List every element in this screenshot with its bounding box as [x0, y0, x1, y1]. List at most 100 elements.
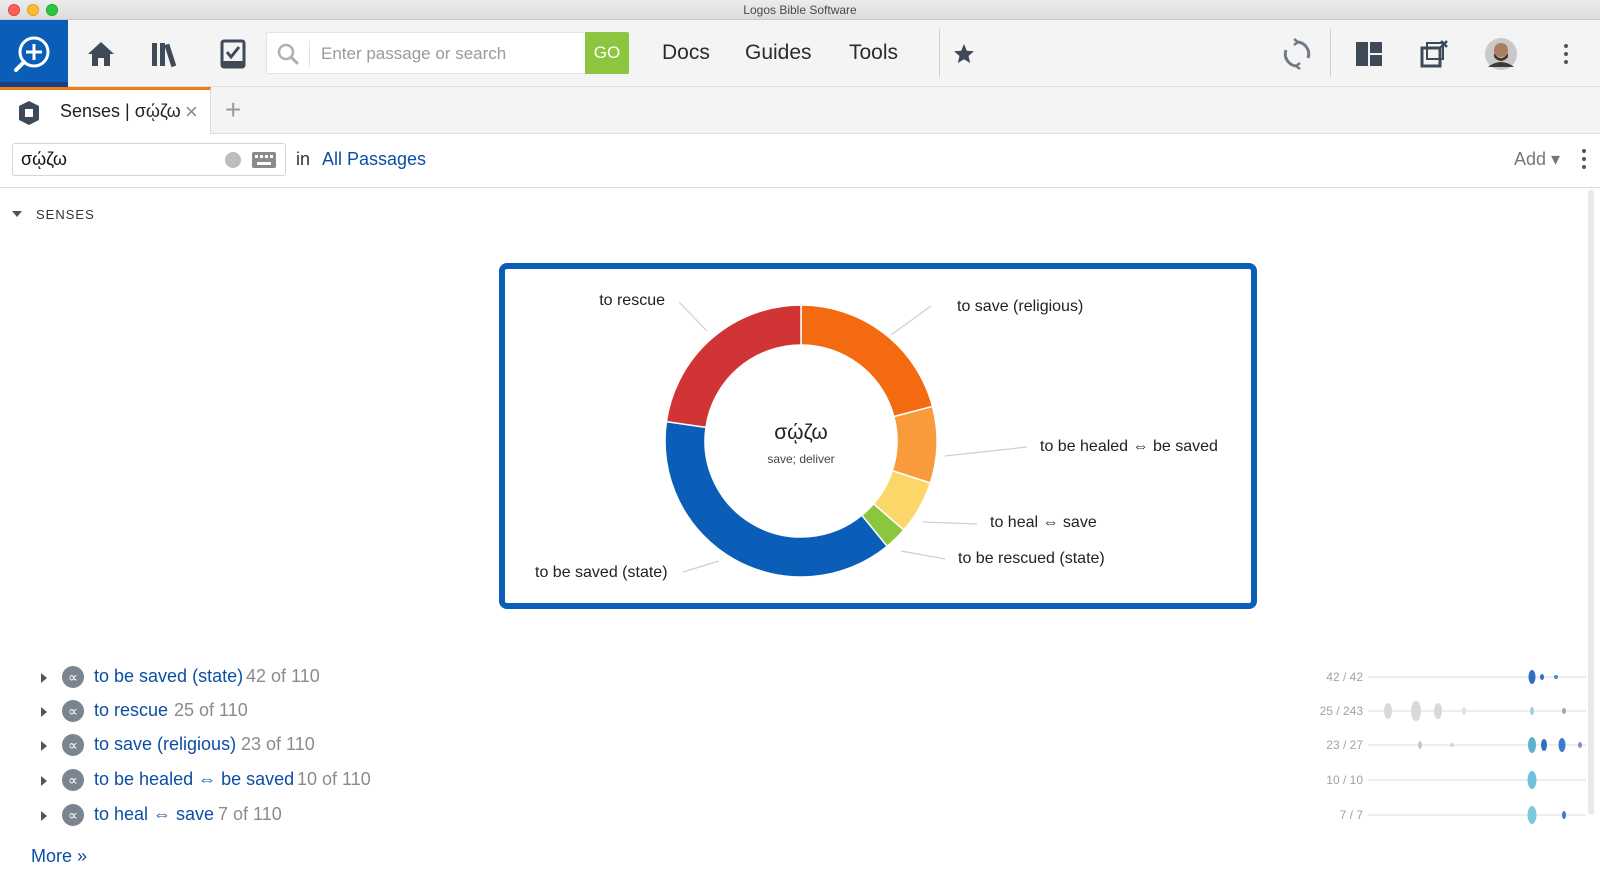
sparkline-mark: [1450, 743, 1454, 747]
passage-search-input[interactable]: [321, 39, 571, 69]
panel-toolbar: σῴζω in All Passages Add ▾: [0, 134, 1600, 188]
sparkline-mark: [1554, 675, 1558, 679]
sync-icon: [1283, 38, 1311, 70]
sense-label[interactable]: to be saved (state): [94, 666, 243, 687]
tab-bar: Senses | σῴζω × +: [0, 87, 1600, 134]
avatar: [1485, 38, 1517, 70]
sense-label[interactable]: to save (religious): [94, 734, 236, 755]
sparkline-mark: [1562, 811, 1566, 819]
go-arrow-icon[interactable]: [225, 152, 241, 168]
expand-triangle-icon[interactable]: [41, 707, 47, 717]
lemma-input-value: σῴζω: [21, 149, 67, 169]
checklist-icon: [220, 39, 246, 69]
sense-count: 10 of 110: [297, 769, 371, 789]
donut-slice-label: to rescue: [599, 292, 665, 309]
donut-leader-line: [900, 550, 946, 560]
sense-distribution-sparkline: [1368, 701, 1586, 721]
sparkline-mark: [1384, 703, 1392, 719]
home-icon: [88, 42, 114, 66]
range-selector[interactable]: All Passages: [322, 149, 426, 170]
sense-icon: ∝: [62, 769, 84, 791]
home-button[interactable]: [81, 34, 121, 74]
logos-search-button[interactable]: [0, 20, 68, 87]
tools-menu[interactable]: Tools: [849, 41, 898, 65]
donut-slice-label: to save (religious): [957, 298, 1083, 315]
collapse-caret-icon: [12, 211, 22, 217]
detach-window-icon: [1420, 40, 1448, 68]
add-button[interactable]: Add ▾: [1514, 149, 1560, 170]
window-title: Logos Bible Software: [743, 3, 857, 17]
donut-center-title: σῴζω: [774, 421, 828, 444]
layouts-icon: [1356, 42, 1382, 66]
expand-triangle-icon[interactable]: [41, 673, 47, 683]
go-button[interactable]: GO: [585, 32, 629, 74]
senses-chart: to save (religious) to be healed ⇔ be sav…: [499, 263, 1257, 609]
sense-distribution-sparkline: [1368, 806, 1586, 824]
favorites-button[interactable]: [944, 34, 984, 74]
guides-menu[interactable]: Guides: [745, 41, 812, 65]
sparkline-mark: [1562, 708, 1566, 714]
library-icon: [152, 43, 177, 68]
sense-label[interactable]: to rescue: [94, 700, 168, 721]
sparkline-mark: [1558, 738, 1566, 752]
tab-close-button[interactable]: ×: [185, 99, 198, 125]
tasks-button[interactable]: [213, 34, 253, 74]
donut-center-subtitle: save; deliver: [767, 452, 834, 466]
donut-slice[interactable]: [891, 405, 938, 484]
user-account-button[interactable]: [1481, 34, 1521, 74]
sense-icon: ∝: [62, 734, 84, 756]
sparkline-mark: [1528, 737, 1536, 753]
sense-row[interactable]: ∝ to heal ⇔ save 7 of 110 7 / 7: [0, 802, 1600, 832]
new-tab-button[interactable]: +: [225, 94, 241, 126]
sense-distribution-sparkline: [1368, 670, 1586, 684]
sense-row[interactable]: ∝ to save (religious) 23 of 110 23 / 27: [0, 732, 1600, 762]
expand-triangle-icon[interactable]: [41, 741, 47, 751]
donut-slice[interactable]: [800, 304, 934, 418]
donut-leader-line: [922, 521, 978, 525]
sparkline-mark: [1411, 701, 1421, 721]
sparkline-mark: [1434, 703, 1442, 719]
sparkline-mark: [1540, 674, 1544, 680]
sparkline-mark: [1527, 806, 1537, 824]
sense-label[interactable]: to heal ⇔ save: [94, 804, 214, 825]
lemma-input[interactable]: σῴζω: [12, 143, 286, 176]
logos-search-logo-icon: [14, 36, 50, 72]
docs-menu[interactable]: Docs: [662, 41, 710, 65]
donut-leader-line: [890, 305, 932, 336]
library-button[interactable]: [146, 34, 186, 74]
main-toolbar: GO Docs Guides Tools: [0, 20, 1600, 87]
sense-count: 7 of 110: [218, 804, 282, 824]
sense-row[interactable]: ∝ to rescue 25 of 110 25 / 243: [0, 698, 1600, 728]
sparkline-mark: [1527, 771, 1537, 789]
sense-row[interactable]: ∝ to be healed ⇔ be saved 10 of 110 10 / 10: [0, 767, 1600, 797]
sense-label[interactable]: to be healed ⇔ be saved: [94, 769, 294, 790]
panel-menu-button[interactable]: [1582, 149, 1586, 173]
more-link[interactable]: More »: [31, 846, 87, 867]
sparkline-mark: [1541, 739, 1547, 751]
sense-count: 25 of 110: [174, 700, 248, 720]
section-title: SENSES: [36, 207, 95, 222]
donut-slice[interactable]: [664, 420, 889, 578]
donut-slice[interactable]: [665, 304, 802, 429]
donut-leader-line: [678, 301, 708, 332]
sparkline-mark: [1578, 742, 1582, 748]
sense-ratio: 7 / 7: [1339, 808, 1363, 822]
tab-label: Senses | σῴζω: [60, 101, 181, 121]
tab-senses[interactable]: Senses | σῴζω ×: [0, 87, 211, 134]
window-titlebar: Logos Bible Software: [0, 0, 1600, 20]
senses-section-header[interactable]: SENSES: [12, 207, 95, 222]
senses-tool-icon: [19, 101, 39, 125]
vertical-scrollbar[interactable]: [1588, 190, 1594, 815]
expand-triangle-icon[interactable]: [41, 776, 47, 786]
app-menu-button[interactable]: [1564, 44, 1568, 68]
sense-icon: ∝: [62, 804, 84, 826]
detach-window-button[interactable]: [1414, 34, 1454, 74]
sense-row[interactable]: ∝ to be saved (state) 42 of 110 42 / 42: [0, 664, 1600, 694]
sparkline-mark: [1462, 707, 1466, 715]
sync-button[interactable]: [1277, 34, 1317, 74]
expand-triangle-icon[interactable]: [41, 811, 47, 821]
layouts-button[interactable]: [1349, 34, 1389, 74]
donut-slice-label: to be saved (state): [535, 564, 668, 581]
senses-donut-chart: to save (religious) to be healed ⇔ be sav…: [535, 292, 1218, 581]
keyboard-icon[interactable]: [251, 150, 277, 170]
